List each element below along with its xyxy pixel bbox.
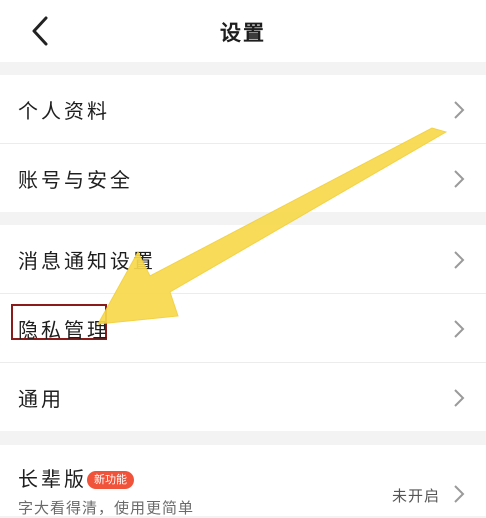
chevron-right-icon [454,485,465,503]
menu-item-account-security[interactable]: 账号与安全 [0,144,486,212]
general-group: 消息通知设置 隐私管理 通用 [0,225,486,431]
chevron-right-icon [454,101,465,119]
menu-item-label: 消息通知设置 [18,249,156,273]
status-text: 未开启 [391,487,440,505]
menu-item-general[interactable]: 通用 [0,363,486,431]
chevron-right-icon [454,320,465,338]
account-group: 个人资料 账号与安全 [0,75,486,212]
menu-item-label: 个人资料 [18,99,110,123]
menu-item-label: 长辈版 [18,467,87,491]
chevron-right-icon [454,170,465,188]
menu-item-label: 账号与安全 [18,168,133,192]
header: 设置 [0,0,486,62]
menu-item-elder-mode[interactable]: 长辈版 新功能 字大看得清，使用更简单 未开启 [0,445,486,517]
elder-group: 长辈版 新功能 字大看得清，使用更简单 未开启 [0,445,486,517]
menu-item-privacy[interactable]: 隐私管理 [0,294,486,363]
menu-item-profile[interactable]: 个人资料 [0,75,486,144]
menu-item-notification-settings[interactable]: 消息通知设置 [0,225,486,294]
chevron-right-icon [454,389,465,407]
new-feature-badge: 新功能 [87,471,134,489]
chevron-right-icon [454,251,465,269]
page-title: 设置 [220,21,266,45]
menu-item-label: 通用 [18,387,64,411]
menu-item-label: 隐私管理 [18,318,110,342]
menu-item-sublabel: 字大看得清，使用更简单 [18,499,195,517]
